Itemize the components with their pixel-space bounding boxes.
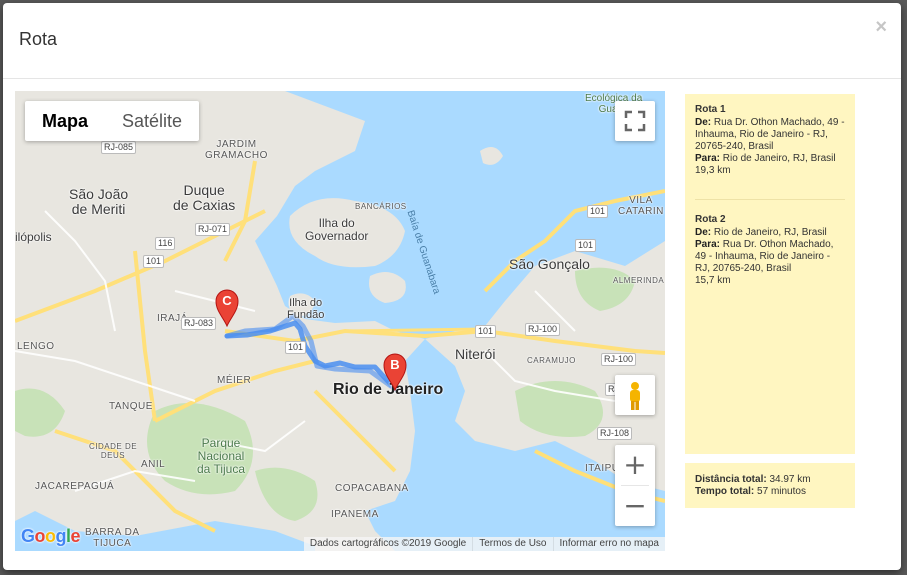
modal-header: Rota × — [3, 3, 901, 79]
label-anil: ANIL — [141, 459, 166, 470]
highway-shield: 101 — [285, 341, 307, 354]
label-ilha-fundao: Ilha do Fundão — [287, 297, 325, 322]
total-time: Tempo total: 57 minutos — [695, 486, 806, 497]
highway-shield: RJ-100 — [601, 353, 637, 366]
highway-shield: 101 — [475, 325, 497, 338]
route-map[interactable]: São João de Meriti Duque de Caxias Ilha do… — [15, 91, 665, 551]
highway-shield: 101 — [575, 239, 597, 252]
map-type-mapa[interactable]: Mapa — [25, 101, 105, 141]
label-almerinda: ALMERINDA — [613, 276, 665, 285]
fullscreen-button[interactable] — [615, 101, 655, 141]
highway-shield: RJ-108 — [597, 427, 633, 440]
label-meier: MÉIER — [217, 375, 252, 386]
zoom-out-button[interactable]: − — [615, 486, 655, 526]
route-marker-b[interactable]: B — [383, 353, 407, 392]
highway-shield: RJ-100 — [525, 323, 561, 336]
label-ilha-governador: Ilha do Governador — [305, 216, 369, 244]
label-barra: BARRA DA TIJUCA — [85, 527, 140, 549]
highway-shield: 116 — [155, 237, 176, 250]
close-button[interactable]: × — [875, 17, 887, 37]
marker-label: C — [222, 293, 232, 308]
routes-panel: Rota 1 De: Rua Dr. Othon Machado, 49 - I… — [685, 94, 855, 454]
route-from: De: Rua Dr. Othon Machado, 49 - Inhauma,… — [695, 117, 845, 152]
marker-label: B — [390, 357, 400, 372]
route-to: Para: Rio de Janeiro, RJ, Brasil — [695, 153, 836, 164]
report-error-link[interactable]: Informar erro no mapa — [552, 537, 666, 551]
total-distance: Distância total: 34.97 km — [695, 474, 811, 485]
terms-link[interactable]: Termos de Uso — [472, 537, 552, 551]
label-niteroi: Niterói — [455, 346, 496, 362]
route-distance: 19,3 km — [695, 165, 731, 176]
route-to: Para: Rua Dr. Othon Machado, 49 - Inhaum… — [695, 239, 834, 274]
label-ilopolis: ilópolis — [15, 230, 52, 244]
label-ipanema: IPANEMA — [331, 509, 379, 520]
label-lengo: LENGO — [17, 341, 55, 352]
label-jacarepagua: JACAREPAGUÁ — [35, 481, 115, 492]
highway-shield: RJ-085 — [101, 141, 137, 154]
street-view-button[interactable] — [615, 375, 655, 415]
google-logo[interactable]: Google — [21, 526, 81, 547]
map-type-control: Mapa Satélite — [25, 101, 200, 141]
zoom-control: + − — [615, 445, 655, 526]
label-duque-de-caxias: Duque de Caxias — [173, 182, 236, 214]
route-from: De: Rio de Janeiro, RJ, Brasil — [695, 227, 827, 238]
route-title: Rota 1 — [695, 104, 726, 115]
highway-shield: RJ-083 — [181, 317, 217, 330]
attribution-data: Dados cartográficos ©2019 Google — [309, 538, 467, 549]
route-marker-c[interactable]: C — [215, 289, 239, 328]
label-parque-tijuca: Parque Nacional da Tijuca — [197, 436, 246, 477]
route-title: Rota 2 — [695, 214, 726, 225]
label-sao-joao: São João de Meriti — [69, 186, 129, 218]
fullscreen-icon — [624, 110, 646, 132]
route-distance: 15,7 km — [695, 275, 731, 286]
totals-panel: Distância total: 34.97 km Tempo total: 5… — [685, 463, 855, 508]
highway-shield: RJ-071 — [195, 223, 231, 236]
label-cidade-deus: CIDADE DE DEUS — [89, 442, 138, 460]
route-item: Rota 2 De: Rio de Janeiro, RJ, Brasil Pa… — [695, 199, 845, 287]
label-copacabana: COPACABANA — [335, 483, 409, 494]
highway-shield: 101 — [143, 255, 165, 268]
route-item: Rota 1 De: Rua Dr. Othon Machado, 49 - I… — [695, 104, 845, 177]
zoom-in-button[interactable]: + — [615, 445, 655, 485]
label-jardim-gramacho: JARDIM GRAMACHO — [205, 139, 268, 161]
map-type-satelite[interactable]: Satélite — [105, 101, 199, 141]
label-sao-goncalo: São Gonçalo — [509, 256, 590, 272]
map-attribution: Dados cartográficos ©2019 Google Termos … — [303, 537, 666, 551]
pegman-icon — [630, 382, 640, 410]
label-bancarios: BANCÁRIOS — [355, 202, 407, 211]
label-caramujo: CARAMUJO — [527, 356, 576, 365]
label-tanque: TANQUE — [109, 401, 153, 412]
modal-title: Rota — [19, 29, 58, 49]
highway-shield: 101 — [587, 205, 609, 218]
label-vila-catarina: VILA CATARIN — [618, 195, 664, 217]
